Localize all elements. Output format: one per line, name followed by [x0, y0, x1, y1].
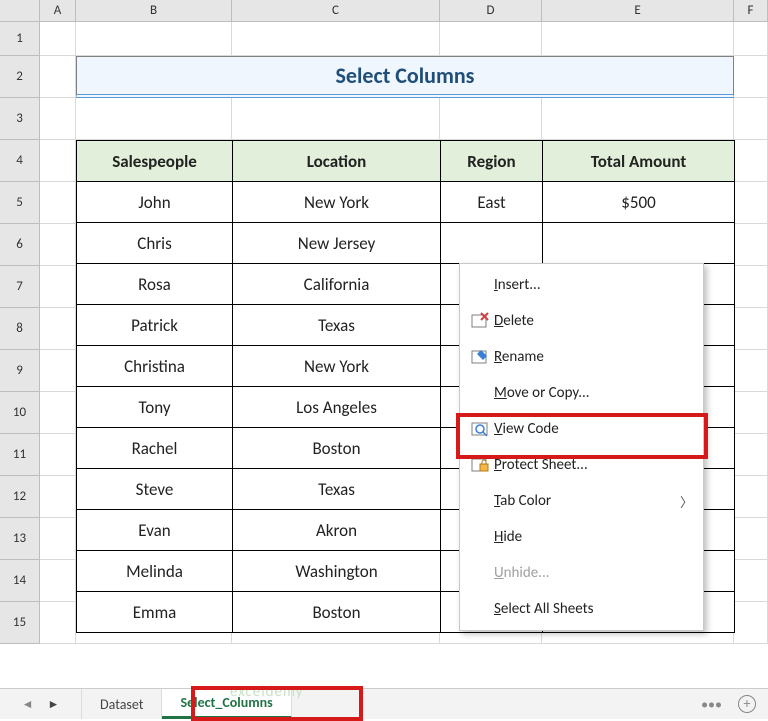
ctx-select-all-sheets[interactable]: Select All Sheets [462, 591, 701, 627]
ctx-unhide: Unhide... [462, 555, 701, 591]
hdr-total[interactable]: Total Amount [543, 141, 735, 182]
ctx-protect-sheet[interactable]: Protect Sheet... [462, 447, 701, 483]
col-header-E[interactable]: E [542, 0, 734, 21]
row-headers: 1 2 3 4 5 6 7 8 9 10 11 12 13 14 15 [0, 22, 40, 644]
sheet-tab-strip: ◄ ► Dataset Select_Columns ••• + [0, 688, 768, 719]
new-sheet-button[interactable]: + [738, 695, 756, 713]
protect-sheet-icon [466, 456, 494, 474]
row-header-11[interactable]: 11 [0, 434, 39, 476]
table-row: ChrisNew Jersey [77, 223, 735, 264]
tab-nav-arrows[interactable]: ◄ ► [0, 689, 82, 719]
chevron-right-icon: 〉 [680, 492, 693, 511]
hdr-salespeople[interactable]: Salespeople [77, 141, 233, 182]
row-header-5[interactable]: 5 [0, 182, 39, 224]
table-row: JohnNew YorkEast$500 [77, 182, 735, 223]
row-header-10[interactable]: 10 [0, 392, 39, 434]
tab-dataset[interactable]: Dataset [82, 689, 162, 719]
ctx-delete[interactable]: Delete [462, 303, 701, 339]
nav-prev-icon[interactable]: ◄ [22, 697, 34, 712]
col-header-C[interactable]: C [232, 0, 440, 21]
col-header-F[interactable]: F [734, 0, 768, 21]
col-header-A[interactable]: A [40, 0, 76, 21]
table-header-row: Salespeople Location Region Total Amount [77, 141, 735, 182]
row-header-1[interactable]: 1 [0, 22, 39, 56]
ctx-insert[interactable]: Insert... [462, 267, 701, 303]
sheet-tab-context-menu: Insert... Delete Rename Move or Copy... … [459, 263, 704, 631]
row-header-7[interactable]: 7 [0, 266, 39, 308]
ctx-tab-color[interactable]: Tab Color 〉 [462, 483, 701, 519]
ctx-rename[interactable]: Rename [462, 339, 701, 375]
row-header-8[interactable]: 8 [0, 308, 39, 350]
row-header-2[interactable]: 2 [0, 56, 39, 98]
col-header-B[interactable]: B [76, 0, 232, 21]
rename-icon [466, 348, 494, 366]
ctx-move-copy[interactable]: Move or Copy... [462, 375, 701, 411]
nav-next-icon[interactable]: ► [48, 697, 60, 712]
delete-sheet-icon [466, 312, 494, 330]
hdr-location[interactable]: Location [233, 141, 441, 182]
page-title: Select Columns [76, 56, 734, 98]
row-header-3[interactable]: 3 [0, 98, 39, 140]
view-code-icon [466, 420, 494, 438]
ctx-hide[interactable]: Hide [462, 519, 701, 555]
ctx-view-code[interactable]: View Code [462, 411, 701, 447]
row-header-9[interactable]: 9 [0, 350, 39, 392]
row-header-15[interactable]: 15 [0, 602, 39, 644]
row-header-4[interactable]: 4 [0, 140, 39, 182]
row-header-14[interactable]: 14 [0, 560, 39, 602]
hdr-region[interactable]: Region [441, 141, 543, 182]
row-header-12[interactable]: 12 [0, 476, 39, 518]
select-all-corner[interactable] [0, 0, 40, 21]
col-header-D[interactable]: D [440, 0, 542, 21]
tab-select-columns[interactable]: Select_Columns [162, 689, 291, 719]
row-header-13[interactable]: 13 [0, 518, 39, 560]
row-header-6[interactable]: 6 [0, 224, 39, 266]
tab-overflow-icon[interactable]: ••• [701, 696, 722, 713]
column-headers: A B C D E F [0, 0, 768, 22]
